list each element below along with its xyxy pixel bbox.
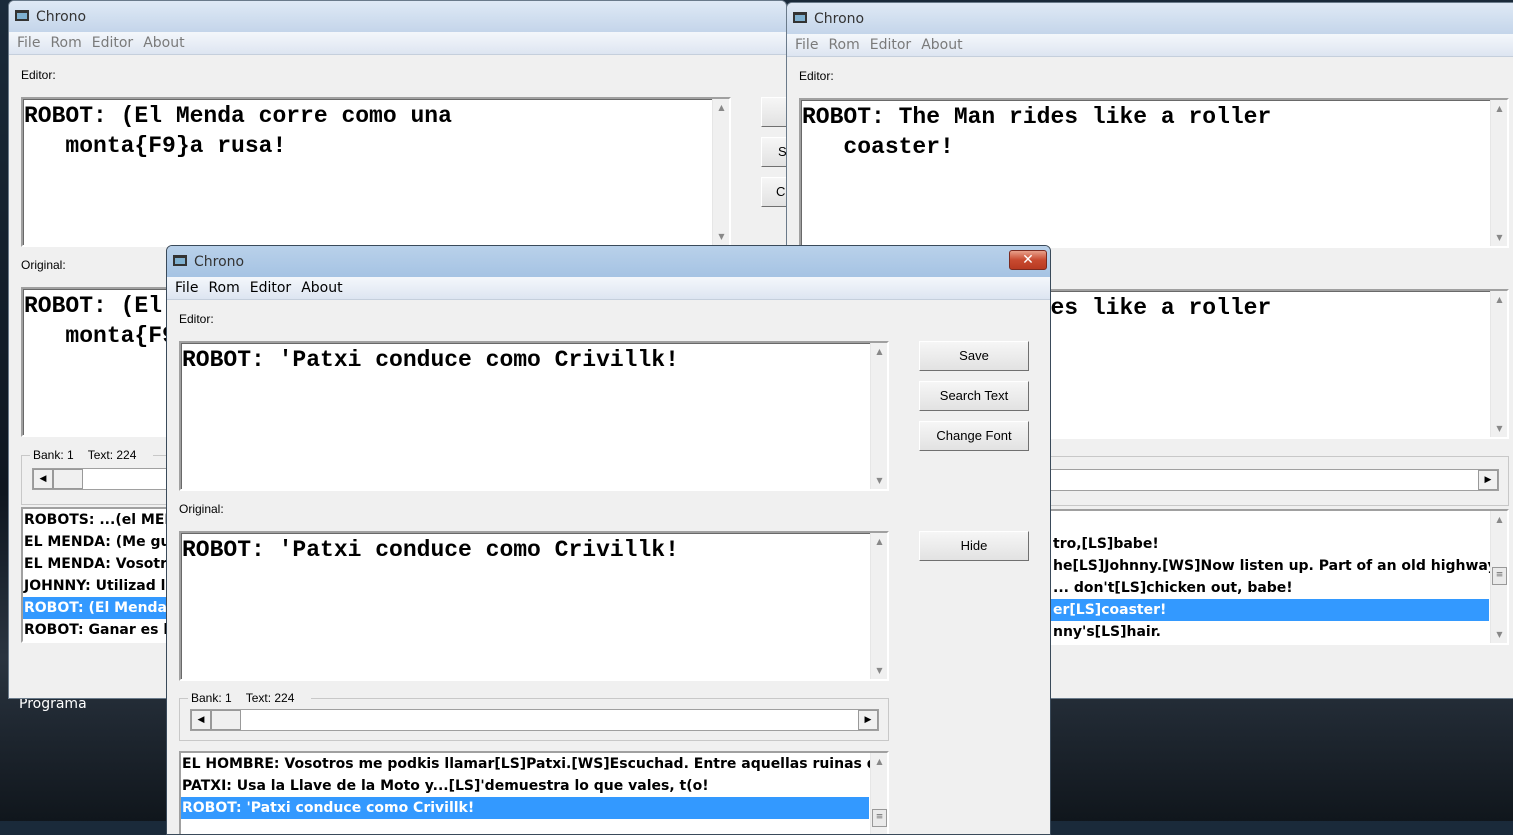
app-icon — [793, 12, 807, 23]
menu-bar: File Rom Editor About — [167, 277, 1050, 300]
menu-rom[interactable]: Rom — [828, 34, 859, 57]
close-icon[interactable]: ✕ — [1009, 250, 1047, 270]
scroll-up-icon[interactable]: ▲ — [1491, 100, 1508, 117]
hide-button[interactable]: Hide — [919, 531, 1029, 561]
window-title: Chrono — [814, 11, 865, 27]
title-bar[interactable]: Chrono — [787, 3, 1513, 34]
scrollbar[interactable]: ▲ ▼ — [712, 99, 729, 245]
save-button[interactable] — [761, 97, 786, 127]
editor-label: Editor: — [21, 68, 56, 82]
scroll-right-icon[interactable]: ▶ — [1478, 470, 1498, 490]
menu-rom[interactable]: Rom — [50, 32, 81, 55]
app-icon — [15, 10, 29, 21]
chrono-window-active: Chrono ✕ File Rom Editor About Editor: ROBOT… — [166, 245, 1051, 835]
change-font-button[interactable]: Change Font — [919, 421, 1029, 451]
list-item[interactable]: PATXI: Usa la Llave de la Moto y...[LS]'… — [181, 775, 869, 797]
text-label: Text: 224 — [87, 448, 137, 462]
editor-textbox[interactable]: ROBOT: 'Patxi conduce como Crivillk! ▲ ▼ — [179, 341, 889, 491]
menu-file[interactable]: File — [175, 277, 198, 300]
scroll-thumb[interactable] — [211, 710, 241, 730]
scroll-up-icon[interactable]: ▲ — [871, 533, 888, 550]
original-label: Original: — [21, 258, 66, 272]
bank-text-group: Bank: 1Text: 224 ◀▶ — [179, 691, 889, 741]
editor-label: Editor: — [799, 69, 834, 83]
scroll-up-icon[interactable]: ▲ — [871, 343, 888, 360]
menu-rom[interactable]: Rom — [208, 277, 239, 300]
scroll-down-icon[interactable]: ▼ — [1491, 229, 1508, 246]
scroll-up-icon[interactable]: ▲ — [871, 753, 887, 770]
editor-textbox[interactable]: ROBOT: (El Menda corre como una monta{F9… — [21, 97, 731, 247]
search-text-button[interactable]: Search Text — [919, 381, 1029, 411]
scroll-left-icon[interactable]: ◀ — [191, 710, 211, 730]
title-bar[interactable]: Chrono — [9, 1, 786, 32]
scroll-up-icon[interactable]: ▲ — [713, 99, 730, 116]
menu-editor[interactable]: Editor — [870, 34, 911, 57]
app-icon — [173, 255, 187, 266]
scroll-down-icon[interactable]: ▼ — [871, 472, 888, 489]
menu-editor[interactable]: Editor — [92, 32, 133, 55]
scroll-up-icon[interactable]: ▲ — [1491, 291, 1508, 308]
text-scrollbar[interactable]: ◀▶ — [190, 709, 879, 731]
bank-label: Bank: 1 — [191, 691, 232, 705]
scroll-thumb[interactable]: ≡ — [1492, 567, 1507, 585]
scroll-down-icon[interactable]: ▼ — [1491, 420, 1508, 437]
list-scrollbar[interactable]: ▲ ≡ — [870, 753, 887, 834]
list-item[interactable]: EL HOMBRE: Vosotros me podkis llamar[LS]… — [181, 753, 887, 775]
scroll-thumb[interactable]: ≡ — [872, 809, 887, 827]
menu-file[interactable]: File — [17, 32, 40, 55]
list-scrollbar[interactable]: ▲ ≡ ▼ — [1490, 511, 1507, 643]
menu-editor[interactable]: Editor — [250, 277, 291, 300]
scroll-down-icon[interactable]: ▼ — [713, 228, 730, 245]
window-title: Chrono — [36, 9, 87, 25]
text-label: Text: 224 — [245, 691, 295, 705]
scroll-down-icon[interactable]: ▼ — [1491, 626, 1507, 643]
original-textbox[interactable]: ROBOT: 'Patxi conduce como Crivillk! ▲ ▼ — [179, 531, 889, 681]
original-label: Original: — [179, 502, 224, 516]
menu-about[interactable]: About — [301, 277, 342, 300]
editor-textbox[interactable]: ROBOT: The Man rides like a roller coast… — [799, 98, 1509, 248]
title-bar[interactable]: Chrono ✕ — [167, 246, 1050, 277]
scroll-up-icon[interactable]: ▲ — [1491, 511, 1507, 528]
save-button[interactable]: Save — [919, 341, 1029, 371]
scroll-right-icon[interactable]: ▶ — [858, 710, 878, 730]
scroll-left-icon[interactable]: ◀ — [33, 469, 53, 489]
list-item-selected[interactable]: ROBOT: 'Patxi conduce como Crivillk! — [181, 797, 869, 819]
menu-file[interactable]: File — [795, 34, 818, 57]
bank-label: Bank: 1 — [33, 448, 74, 462]
window-title: Chrono — [194, 254, 245, 270]
scroll-down-icon[interactable]: ▼ — [871, 662, 888, 679]
text-list[interactable]: EL HOMBRE: Vosotros me podkis llamar[LS]… — [179, 751, 889, 834]
menu-bar: File Rom Editor About — [787, 34, 1513, 57]
editor-label: Editor: — [179, 312, 214, 326]
menu-bar: File Rom Editor About — [9, 32, 786, 55]
scroll-thumb[interactable] — [53, 469, 83, 489]
menu-about[interactable]: About — [143, 32, 184, 55]
menu-about[interactable]: About — [921, 34, 962, 57]
search-text-button[interactable]: S — [761, 137, 786, 167]
change-font-button[interactable]: C — [761, 177, 786, 207]
